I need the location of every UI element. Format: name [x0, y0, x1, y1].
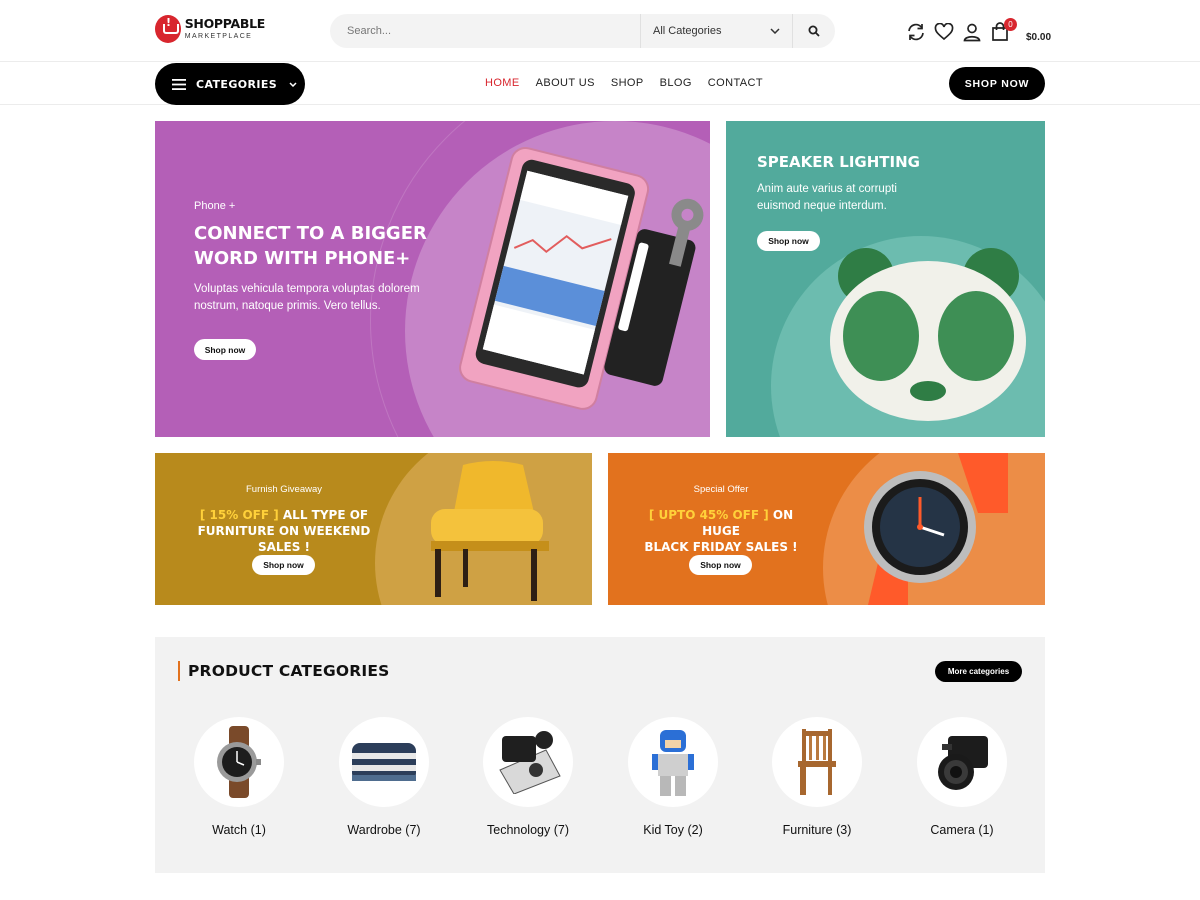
- category-label: Watch (1): [212, 823, 266, 837]
- nav-menu: HOME ABOUT US SHOP BLOG CONTACT: [485, 77, 763, 89]
- device-icon: [499, 731, 561, 794]
- banner-watch[interactable]: Special Offer [ UPTO 45% OFF ] ON HUGE B…: [608, 453, 1045, 605]
- cart-button[interactable]: 0: [990, 18, 1017, 42]
- category-select-value: All Categories: [653, 25, 722, 37]
- panda-speaker-image: [830, 248, 1026, 421]
- section-accent-bar: [178, 661, 180, 681]
- logo-cart-icon: [155, 15, 181, 43]
- account-button[interactable]: [962, 22, 982, 42]
- banner-speaker[interactable]: SPEAKER LIGHTING Anim aute varius at cor…: [726, 121, 1045, 437]
- nav-item-contact[interactable]: CONTACT: [708, 77, 763, 89]
- header-icons: 0 $0.00: [906, 18, 1051, 46]
- categories-label: CATEGORIES: [196, 77, 278, 91]
- category-item-watch[interactable]: Watch (1): [179, 717, 299, 837]
- site-header: SHOPPABLE MARKETPLACE All Categories 0 $…: [0, 0, 1200, 62]
- armchair-image: [431, 461, 549, 601]
- shop-now-button[interactable]: Shop now: [252, 555, 315, 575]
- cart-total: $0.00: [1026, 31, 1052, 43]
- category-item-furniture[interactable]: Furniture (3): [757, 717, 877, 837]
- shop-now-button[interactable]: Shop now: [689, 555, 752, 575]
- cart-count-badge: 0: [1004, 18, 1017, 31]
- category-label: Technology (7): [487, 823, 569, 837]
- categories-button[interactable]: CATEGORIES: [155, 63, 305, 105]
- nav-item-shop[interactable]: SHOP: [611, 77, 644, 89]
- category-label: Kid Toy (2): [643, 823, 703, 837]
- banner-eyebrow: Phone +: [194, 200, 236, 212]
- logo-title: SHOPPABLE: [184, 16, 266, 32]
- chevron-down-icon: [770, 28, 780, 34]
- search-bar: All Categories: [330, 14, 835, 48]
- compare-button[interactable]: [906, 22, 926, 42]
- banner-title: CONNECT TO A BIGGER WORD WITH PHONE+: [194, 223, 427, 269]
- logo-subtitle: MARKETPLACE: [184, 32, 253, 40]
- category-label: Wardrobe (7): [347, 823, 421, 837]
- banner-eyebrow: Special Offer: [693, 484, 749, 495]
- search-button[interactable]: [793, 14, 835, 48]
- phone-armband-image: [459, 147, 704, 410]
- logo[interactable]: SHOPPABLE MARKETPLACE: [155, 14, 265, 44]
- banner-furniture[interactable]: Furnish Giveaway [ 15% OFF ] ALL TYPE OF…: [155, 453, 592, 605]
- shop-now-button[interactable]: Shop now: [757, 231, 820, 251]
- wristwatch-image: [864, 453, 1008, 605]
- product-categories-section: PRODUCT CATEGORIES More categories Watch…: [155, 637, 1045, 873]
- nav-item-about[interactable]: ABOUT US: [536, 77, 595, 89]
- category-item-technology[interactable]: Technology (7): [468, 717, 588, 837]
- category-select[interactable]: All Categories: [640, 14, 793, 48]
- refresh-icon: [908, 23, 924, 41]
- more-categories-button[interactable]: More categories: [935, 661, 1022, 682]
- section-title: PRODUCT CATEGORIES: [188, 662, 390, 680]
- camera-icon: [938, 736, 988, 790]
- banner-title: [ 15% OFF ] ALL TYPE OF FURNITURE ON WEE…: [197, 508, 371, 554]
- search-input[interactable]: [330, 14, 640, 48]
- category-label: Camera (1): [930, 823, 994, 837]
- category-item-kid-toy[interactable]: Kid Toy (2): [613, 717, 733, 837]
- nav-item-blog[interactable]: BLOG: [660, 77, 692, 89]
- banner-description: Voluptas vehicula tempora voluptas dolor…: [194, 283, 420, 312]
- banner-eyebrow: Furnish Giveaway: [245, 484, 323, 495]
- menu-icon: [172, 78, 186, 90]
- chevron-down-icon: [289, 81, 297, 87]
- shop-now-button[interactable]: SHOP NOW: [949, 67, 1045, 100]
- banner-phone[interactable]: Phone + CONNECT TO A BIGGER WORD WITH PH…: [155, 121, 710, 437]
- main-nav: CATEGORIES HOME ABOUT US SHOP BLOG CONTA…: [0, 62, 1200, 105]
- category-item-camera[interactable]: Camera (1): [902, 717, 1022, 837]
- heart-icon: [934, 23, 954, 41]
- nav-item-home[interactable]: HOME: [485, 77, 520, 89]
- category-label: Furniture (3): [782, 823, 852, 837]
- search-icon: [808, 25, 820, 37]
- banner-title: SPEAKER LIGHTING: [757, 153, 920, 171]
- shop-now-button[interactable]: Shop now: [194, 339, 256, 360]
- banner-title: [ UPTO 45% OFF ] ON HUGE BLACK FRIDAY SA…: [644, 508, 798, 554]
- sweater-icon: [352, 743, 416, 781]
- user-icon: [963, 23, 981, 42]
- chair-icon: [798, 729, 836, 795]
- watch-icon: [217, 726, 261, 798]
- wishlist-button[interactable]: [934, 22, 954, 42]
- toy-icon: [652, 730, 694, 796]
- category-item-wardrobe[interactable]: Wardrobe (7): [324, 717, 444, 837]
- banner-description: Anim aute varius at corrupti euismod neq…: [757, 183, 897, 212]
